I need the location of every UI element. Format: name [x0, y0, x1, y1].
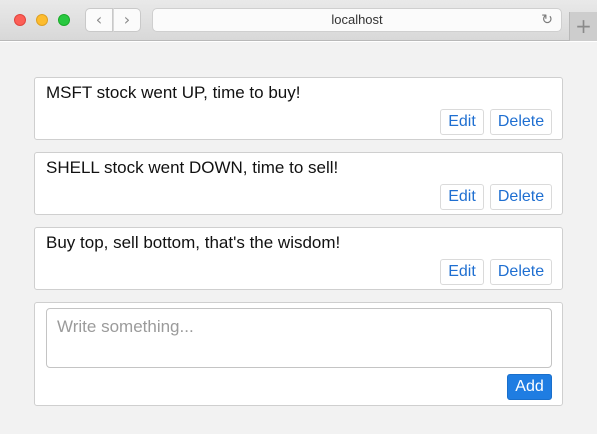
- back-button[interactable]: ‹: [85, 8, 113, 32]
- zoom-window-button[interactable]: [58, 14, 70, 26]
- post-card: Buy top, sell bottom, that's the wisdom!…: [34, 227, 563, 290]
- post-text: Buy top, sell bottom, that's the wisdom!: [46, 233, 341, 252]
- page-viewport: MSFT stock went UP, time to buy! Edit De…: [0, 42, 597, 434]
- chevron-left-icon: ‹: [95, 10, 103, 29]
- new-tab-button[interactable]: +: [569, 12, 597, 41]
- chevron-right-icon: ›: [123, 10, 131, 29]
- browser-titlebar: ‹ › localhost ↻ +: [0, 0, 597, 41]
- edit-button[interactable]: Edit: [440, 259, 484, 285]
- close-window-button[interactable]: [14, 14, 26, 26]
- post-text: SHELL stock went DOWN, time to sell!: [46, 158, 339, 177]
- delete-button[interactable]: Delete: [490, 184, 552, 210]
- edit-button[interactable]: Edit: [440, 184, 484, 210]
- minimize-window-button[interactable]: [36, 14, 48, 26]
- reload-icon[interactable]: ↻: [541, 9, 553, 31]
- address-bar[interactable]: localhost ↻: [152, 8, 562, 32]
- composer-card: Add: [34, 302, 563, 406]
- post-card: SHELL stock went DOWN, time to sell! Edi…: [34, 152, 563, 215]
- edit-button[interactable]: Edit: [440, 109, 484, 135]
- forward-button[interactable]: ›: [113, 8, 141, 32]
- address-text: localhost: [331, 12, 383, 27]
- add-button[interactable]: Add: [507, 374, 552, 400]
- delete-button[interactable]: Delete: [490, 109, 552, 135]
- plus-icon: +: [575, 14, 592, 38]
- delete-button[interactable]: Delete: [490, 259, 552, 285]
- post-text: MSFT stock went UP, time to buy!: [46, 83, 301, 102]
- post-input[interactable]: [46, 308, 552, 368]
- post-card: MSFT stock went UP, time to buy! Edit De…: [34, 77, 563, 140]
